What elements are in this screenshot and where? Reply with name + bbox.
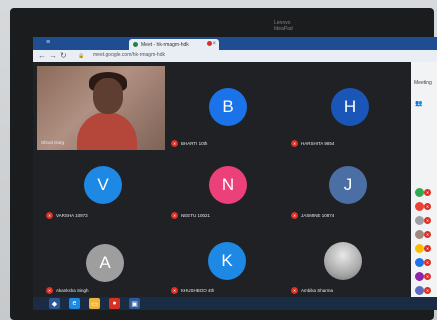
tile-avatar-H[interactable]: H: [331, 88, 369, 126]
tab-title: Meet - hk-rmagm-hdk: [141, 42, 189, 48]
tile-avatar-initial: B: [222, 97, 234, 116]
mic-off-icon: ✕: [424, 245, 431, 252]
mic-off-icon: ✕: [424, 231, 431, 238]
folder-icon[interactable]: ▭: [89, 298, 100, 309]
browser-tabbar: ≡ Meet - hk-rmagm-hdk ×: [33, 37, 437, 50]
tile-name: BHARTI 10th: [181, 141, 208, 146]
laptop-logo-line-2: IdeaPad: [274, 26, 293, 32]
mic-off-icon: ✕: [46, 287, 53, 294]
mic-off-icon: ✕: [424, 259, 431, 266]
self-video-body: [77, 112, 137, 150]
tile-name: HARSHITA 9854: [301, 141, 335, 146]
mic-off-icon: ✕: [291, 140, 298, 147]
mic-off-icon: ✕: [171, 287, 178, 294]
tile-avatar-J[interactable]: J: [329, 166, 367, 204]
tile-avatar-initial: K: [221, 251, 233, 270]
participant-avatar[interactable]: [415, 258, 424, 267]
people-panel: Meeting 👥 ✕✕✕✕✕✕✕✕✕: [411, 62, 437, 300]
store-icon[interactable]: ▣: [129, 298, 140, 309]
mic-off-icon: ✕: [291, 212, 298, 219]
reload-icon[interactable]: ↻: [60, 51, 67, 60]
tile-name: Akanksha Singh: [56, 288, 89, 293]
participant-avatar[interactable]: [415, 216, 424, 225]
recording-dot-icon: [207, 41, 212, 46]
self-video[interactable]: [37, 66, 165, 150]
mic-off-icon: ✕: [424, 273, 431, 280]
tile-avatar-initial: V: [97, 175, 109, 194]
tile-avatar-K[interactable]: K: [208, 242, 246, 280]
mic-off-icon: ✕: [171, 140, 178, 147]
mic-off-icon: ✕: [46, 212, 53, 219]
participant-avatar[interactable]: [415, 244, 424, 253]
mic-off-icon: ✕: [171, 212, 178, 219]
lock-icon: 🔒: [78, 53, 85, 59]
tile-name: JASMINE 10874: [301, 213, 335, 218]
meet-favicon-icon: [133, 42, 138, 47]
panel-title: Meeting: [414, 80, 432, 86]
mic-off-icon: ✕: [424, 287, 431, 294]
participant-avatar[interactable]: [415, 286, 424, 295]
back-icon[interactable]: ←: [38, 51, 46, 60]
tile-avatar-B[interactable]: B: [209, 88, 247, 126]
tab-meet[interactable]: Meet - hk-rmagm-hdk ×: [129, 39, 219, 50]
tile-avatar-initial: N: [221, 175, 235, 194]
mic-off-icon: ✕: [424, 217, 431, 224]
forward-icon[interactable]: →: [49, 51, 57, 60]
mic-off-icon: ✕: [424, 189, 431, 196]
tile-avatar-N[interactable]: N: [209, 166, 247, 204]
people-icon[interactable]: 👥: [415, 100, 422, 107]
tile-name: KHUSHBOO 4th: [181, 288, 215, 293]
address-bar: ← → ↻ 🔒 meet.google.com/hk-rmagm-hdk: [33, 50, 437, 62]
tile-avatar-A[interactable]: A: [86, 244, 124, 282]
taskbar: ◆ e ▭ ● ▣: [33, 297, 437, 310]
close-icon[interactable]: ×: [212, 41, 216, 47]
tile-name: NEETU 10021: [181, 213, 211, 218]
self-video-face: [93, 78, 123, 114]
tile-avatar-initial: J: [343, 175, 353, 194]
ie-icon[interactable]: e: [69, 298, 80, 309]
tile-avatar-initial: A: [99, 253, 111, 272]
laptop-logo: Lenovo IdeaPad: [274, 20, 293, 32]
screen: ≡ Meet - hk-rmagm-hdk × ← → ↻ 🔒 meet.goo…: [33, 37, 437, 300]
mic-off-icon: ✕: [291, 287, 298, 294]
participant-avatar[interactable]: [415, 272, 424, 281]
url-field[interactable]: meet.google.com/hk-rmagm-hdk: [85, 52, 385, 60]
start-icon[interactable]: ◆: [49, 298, 60, 309]
tile-avatar-initial: H: [343, 97, 357, 116]
tile-name: Ambika Sharma: [301, 288, 334, 293]
participant-avatar[interactable]: [415, 230, 424, 239]
participant-avatar[interactable]: [415, 202, 424, 211]
participant-avatar[interactable]: [415, 188, 424, 197]
tab-menu-icon[interactable]: ≡: [46, 39, 50, 46]
mic-off-icon: ✕: [424, 203, 431, 210]
chrome-icon[interactable]: ●: [109, 298, 120, 309]
tile-avatar-photo[interactable]: [324, 242, 362, 280]
tile-avatar-V[interactable]: V: [84, 166, 122, 204]
self-name: Shruti Garg: [41, 140, 65, 145]
meet-grid: Shruti Garg B ✕ BHARTI 10th H ✕ HARSHITA…: [33, 62, 437, 300]
tile-name: VARSHA 10973: [56, 213, 88, 218]
